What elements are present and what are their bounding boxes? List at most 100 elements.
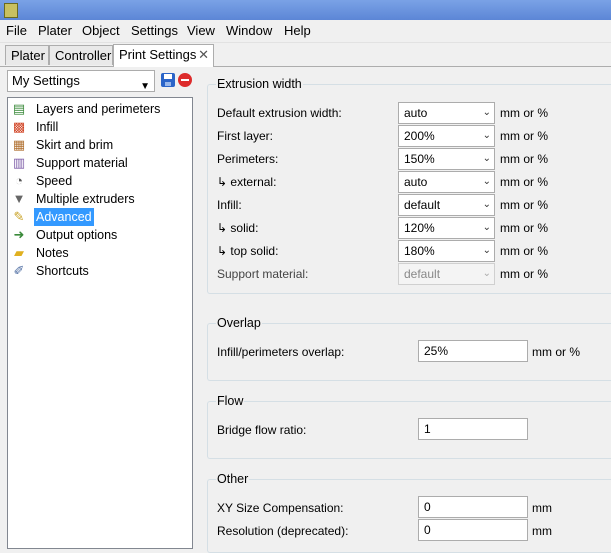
combo-value: 120% (404, 221, 435, 235)
row-label: First layer: (217, 129, 274, 143)
combo-value: 180% (404, 244, 435, 258)
row-label: Support material: (217, 267, 309, 281)
input-value: 0 (424, 500, 431, 514)
page-item-label: Support material (36, 156, 128, 170)
infill-icon: ▩ (12, 119, 26, 134)
menu-help[interactable]: Help (284, 23, 311, 38)
unit-label: mm or % (500, 175, 548, 189)
page-item-skirt-and-brim[interactable]: ▦ Skirt and brim (11, 136, 189, 154)
first-layer-width-combo[interactable]: 200% ⌄ (398, 125, 495, 147)
delete-preset-icon[interactable] (178, 73, 192, 87)
unit-label: mm or % (500, 198, 548, 212)
tab-print-settings-label: Print Settings (119, 47, 197, 62)
page-item-label: Skirt and brim (36, 138, 114, 152)
tab-plater[interactable]: Plater (5, 45, 49, 65)
page-item-label: Speed (36, 174, 73, 188)
chevron-down-icon: ⌄ (482, 153, 491, 164)
preset-select-value: My Settings (12, 73, 80, 88)
support-material-width-combo: default ⌄ (398, 263, 495, 285)
page-item-infill[interactable]: ▩ Infill (11, 118, 189, 136)
combo-value: 150% (404, 152, 435, 166)
infill-overlap-input[interactable]: 25% (418, 340, 528, 362)
page-item-multiple-extruders[interactable]: ▼ Multiple extruders (11, 190, 189, 208)
combo-value: default (404, 198, 441, 212)
unit-label: mm or % (500, 244, 548, 258)
menu-file[interactable]: File (6, 23, 27, 38)
preset-select[interactable]: My Settings ▼ (7, 70, 155, 92)
menu-plater[interactable]: Plater (38, 23, 72, 38)
group-other: Other XY Size Compensation: 0 mm Resolut… (207, 472, 611, 553)
page-item-label: Layers and perimeters (36, 102, 161, 116)
unit-label: mm or % (532, 345, 580, 359)
settings-panel: Extrusion width Default extrusion width:… (200, 67, 611, 553)
chevron-down-icon: ⌄ (482, 245, 491, 256)
chevron-down-icon: ⌄ (482, 199, 491, 210)
menu-window[interactable]: Window (226, 23, 272, 38)
external-perimeters-width-combo[interactable]: auto ⌄ (398, 171, 495, 193)
shortcut-icon: ✐ (13, 263, 25, 278)
page-item-label: Shortcuts (36, 264, 89, 278)
page-item-label: Output options (36, 228, 118, 242)
unit-label: mm or % (500, 221, 548, 235)
tab-print-settings[interactable]: Print Settings ✕ (113, 44, 214, 67)
row-label: Infill/perimeters overlap: (217, 345, 345, 359)
top-solid-infill-width-combo[interactable]: 180% ⌄ (398, 240, 495, 262)
chevron-down-icon: ▼ (140, 81, 150, 92)
row-label: Default extrusion width: (217, 106, 342, 120)
menu-settings[interactable]: Settings (131, 23, 178, 38)
page-item-label: Infill (36, 120, 59, 134)
output-icon: ➜ (13, 227, 25, 242)
page-item-label: Notes (36, 246, 69, 260)
page-item-shortcuts[interactable]: ✐ Shortcuts (11, 262, 189, 280)
row-label: ↳ external: (217, 175, 277, 189)
page-item-support-material[interactable]: ▥ Support material (11, 154, 189, 172)
page-item-output-options[interactable]: ➜ Output options (11, 226, 189, 244)
row-label: ↳ top solid: (217, 244, 279, 258)
tab-controller-label: Controller (55, 48, 112, 63)
chevron-down-icon: ⌄ (482, 130, 491, 141)
page-item-notes[interactable]: ▰ Notes (11, 244, 189, 262)
group-overlap: Overlap Infill/perimeters overlap: 25% m… (207, 316, 611, 381)
unit-label: mm (532, 501, 552, 515)
xy-size-compensation-input[interactable]: 0 (418, 496, 528, 518)
support-icon: ▥ (12, 155, 26, 170)
close-tab-icon[interactable]: ✕ (198, 45, 209, 64)
group-title: Extrusion width (216, 77, 303, 91)
combo-value: auto (404, 175, 428, 189)
group-extrusion-width: Extrusion width Default extrusion width:… (207, 77, 611, 294)
tab-plater-label: Plater (11, 48, 45, 63)
unit-label: mm or % (500, 152, 548, 166)
input-value: 0 (424, 523, 431, 537)
default-extrusion-width-combo[interactable]: auto ⌄ (398, 102, 495, 124)
chevron-down-icon: ⌄ (482, 107, 491, 118)
unit-label: mm or % (500, 129, 548, 143)
window-titlebar (0, 0, 611, 20)
unit-label: mm or % (500, 106, 548, 120)
funnel-icon: ▼ (12, 191, 26, 206)
bridge-flow-ratio-input[interactable]: 1 (418, 418, 528, 440)
row-label: Bridge flow ratio: (217, 423, 307, 437)
group-title: Overlap (216, 316, 262, 330)
perimeters-width-combo[interactable]: 150% ⌄ (398, 148, 495, 170)
row-label: Infill: (217, 198, 242, 212)
group-flow: Flow Bridge flow ratio: 1 (207, 394, 611, 459)
infill-width-combo[interactable]: default ⌄ (398, 194, 495, 216)
input-value: 1 (424, 422, 431, 436)
menubar: File Plater Object Settings View Window … (0, 20, 611, 43)
unit-label: mm or % (500, 267, 548, 281)
tab-controller[interactable]: Controller (49, 45, 113, 65)
page-item-speed[interactable]: ◔ Speed (11, 172, 189, 190)
unit-label: mm (532, 524, 552, 538)
combo-value: 200% (404, 129, 435, 143)
save-preset-icon[interactable] (161, 73, 175, 87)
page-item-advanced[interactable]: ✎ Advanced (11, 208, 189, 226)
menu-view[interactable]: View (187, 23, 215, 38)
combo-value: auto (404, 106, 428, 120)
solid-infill-width-combo[interactable]: 120% ⌄ (398, 217, 495, 239)
page-item-label: Multiple extruders (36, 192, 135, 206)
row-label: Perimeters: (217, 152, 279, 166)
group-title: Other (216, 472, 250, 486)
page-item-layers-and-perimeters[interactable]: ▤ Layers and perimeters (11, 100, 189, 118)
resolution-input[interactable]: 0 (418, 519, 528, 541)
menu-object[interactable]: Object (82, 23, 120, 38)
